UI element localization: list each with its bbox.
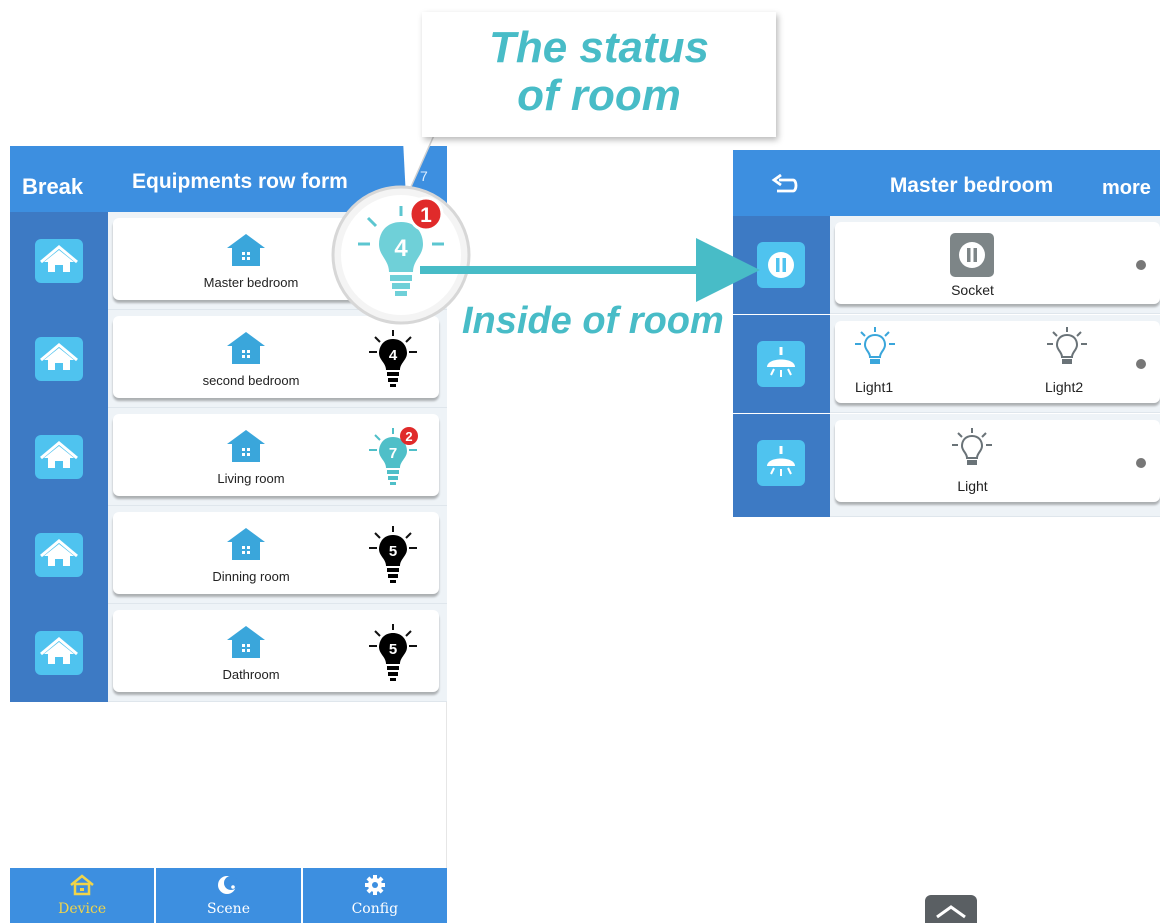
room-name: Dinning room — [212, 569, 290, 584]
room-name: second bedroom — [202, 373, 300, 388]
home-icon — [35, 337, 83, 381]
page-title: Master bedroom — [889, 174, 1054, 197]
moon-icon — [218, 876, 239, 894]
device-row-socket[interactable]: Socket — [733, 216, 1160, 314]
gear-icon — [364, 875, 385, 895]
break-button[interactable]: Break — [22, 174, 83, 200]
magnified-alert-count: 1 — [420, 204, 432, 227]
house-icon — [227, 528, 265, 560]
tab-label: Scene — [206, 901, 250, 917]
bulb-on-icon: 7 2 — [369, 427, 418, 485]
bulb-off-icon: 5 — [369, 526, 417, 583]
home-icon — [35, 533, 83, 577]
status-dot — [1136, 260, 1146, 270]
bulb-count: 7 — [389, 445, 397, 462]
socket-icon — [950, 233, 994, 277]
top-bar: Master bedroom more — [733, 150, 1160, 216]
home-icon — [35, 435, 83, 479]
room-name: Living room — [217, 471, 285, 486]
tab-scene[interactable]: Scene — [156, 868, 303, 923]
device-card[interactable]: Light1 Light2 — [835, 321, 1160, 403]
room-row-sidebar — [10, 408, 108, 506]
room-row-sidebar — [10, 310, 108, 408]
device-label: Light1 — [855, 379, 894, 395]
room-detail-screen: Master bedroom more Socket Light1 Light2 — [733, 150, 1160, 517]
more-button[interactable]: more — [1102, 177, 1151, 200]
house-icon — [227, 626, 265, 658]
house-icon — [227, 332, 265, 364]
bottom-tab-bar: Device Scene Config — [10, 868, 447, 923]
device-label: Socket — [951, 282, 994, 298]
house-icon — [227, 430, 265, 462]
device-label: Light2 — [1045, 379, 1084, 395]
home-icon — [35, 239, 83, 283]
bulb-off-icon: 5 — [369, 624, 417, 681]
ceiling-lamp-icon — [757, 440, 805, 486]
callout-line-2: of room — [517, 71, 681, 120]
home-icon — [35, 631, 83, 675]
light-bulb-icon[interactable] — [1045, 327, 1089, 367]
chevron-up-icon — [936, 905, 966, 919]
status-dot — [1136, 359, 1146, 369]
device-card[interactable]: Socket — [835, 222, 1160, 304]
device-label: Light — [957, 478, 988, 494]
tab-label: Device — [58, 901, 107, 917]
home-icon — [70, 874, 94, 896]
room-row-living-room[interactable]: Living room 7 2 — [10, 408, 447, 506]
tab-label: Config — [351, 901, 399, 917]
house-icon — [227, 234, 265, 266]
room-row-sidebar — [10, 506, 108, 604]
room-card[interactable]: Dathroom 5 — [113, 610, 439, 692]
device-row-sidebar — [733, 414, 830, 517]
room-row-sidebar — [10, 212, 108, 310]
status-callout: The status of room — [422, 12, 776, 137]
device-row-lights[interactable]: Light1 Light2 — [733, 315, 1160, 413]
device-card[interactable]: Light — [835, 420, 1160, 502]
room-card[interactable]: Living room 7 2 — [113, 414, 439, 496]
bulb-count: 5 — [389, 543, 397, 560]
device-row-light[interactable]: Light — [733, 414, 1160, 517]
arrow-label: Inside of room — [462, 300, 724, 342]
light-bulb-icon[interactable] — [853, 327, 897, 367]
ceiling-lamp-icon — [757, 341, 805, 387]
room-row-sidebar — [10, 604, 108, 702]
tab-device[interactable]: Device — [10, 868, 157, 923]
status-dot — [1136, 458, 1146, 468]
room-row-dathroom[interactable]: Dathroom 5 — [10, 604, 447, 702]
page-title: Equipments row form — [132, 170, 348, 193]
bulb-count: 5 — [389, 641, 397, 658]
room-card[interactable]: second bedroom 4 — [113, 316, 439, 398]
device-row-sidebar — [733, 315, 830, 413]
bulb-count: 4 — [389, 347, 398, 364]
flow-arrow — [420, 238, 760, 302]
callout-line-1: The status — [488, 23, 710, 72]
scroll-up-button[interactable] — [925, 895, 977, 923]
room-card[interactable]: Dinning room 5 — [113, 512, 439, 594]
light-bulb-icon[interactable] — [950, 428, 994, 468]
magnified-bulb-count: 4 — [394, 235, 408, 262]
alert-count: 2 — [405, 429, 412, 444]
room-row-dinning-room[interactable]: Dinning room 5 — [10, 506, 447, 604]
room-name: Dathroom — [222, 667, 280, 682]
bulb-off-icon: 4 — [369, 330, 417, 387]
socket-icon — [757, 242, 805, 288]
tab-config[interactable]: Config — [303, 868, 447, 923]
